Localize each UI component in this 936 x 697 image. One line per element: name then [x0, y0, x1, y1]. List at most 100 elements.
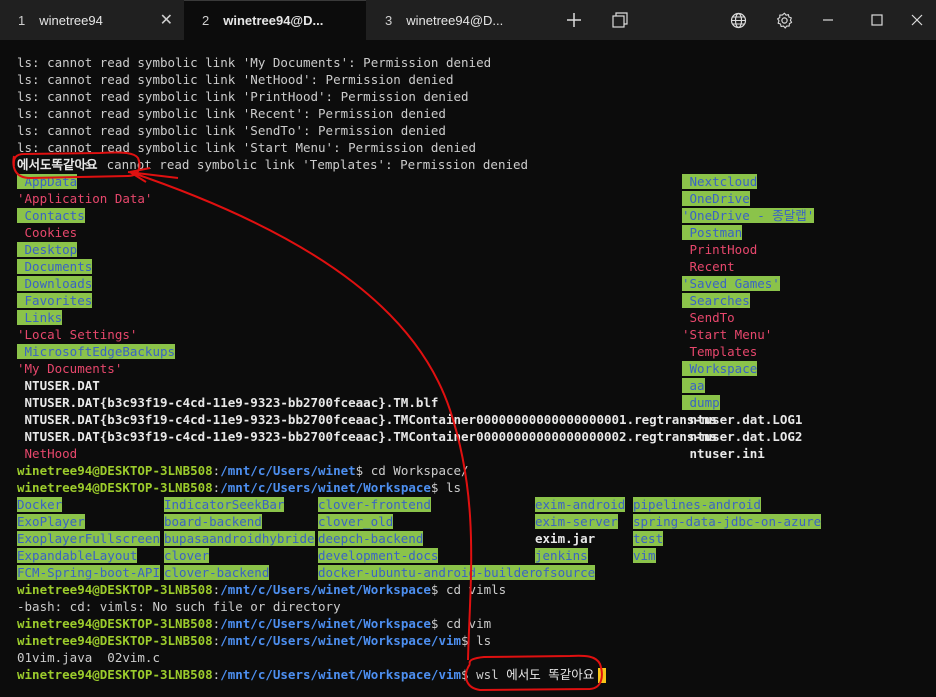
home-entry-text: NTUSER.DAT — [17, 378, 100, 393]
workspace-entry-text: jenkins — [535, 548, 588, 563]
prompt-line: winetree94@DESKTOP-3LNB508:/mnt/c/Users/… — [17, 582, 507, 597]
home-entry: 'OneDrive - 종달랩' — [682, 207, 815, 224]
home-entry-text: PrintHood — [682, 242, 758, 257]
workspace-entry-text: Docker — [17, 497, 63, 512]
prompt-path: /mnt/c/Users/winet/Workspace — [220, 616, 431, 631]
home-entry-text: Desktop — [17, 242, 78, 257]
maximize-icon[interactable] — [857, 0, 897, 40]
workspace-entry-text: exim.jar — [535, 531, 596, 546]
home-entry-text: 'Start Menu' — [682, 327, 773, 342]
workspace-entry-text: IndicatorSeekBar — [164, 497, 285, 512]
text-cursor — [598, 668, 607, 683]
workspace-entry-text: FCM-Spring-boot-API — [17, 565, 160, 580]
home-entry-text: Searches — [682, 293, 750, 308]
home-entry: 'Application Data' — [17, 190, 152, 207]
workspace-entry-text: ExoplayerFullscreen — [17, 531, 160, 546]
window-close-icon[interactable] — [897, 0, 936, 40]
workspace-entry-text: ExoPlayer — [17, 514, 85, 529]
workspace-entry: IndicatorSeekBar — [164, 496, 285, 513]
error-line: ls: cannot read symbolic link 'Start Men… — [17, 140, 477, 155]
home-entry: NTUSER.DAT — [17, 377, 100, 394]
home-entry-text: OneDrive — [682, 191, 750, 206]
command: $ cd vim — [430, 616, 492, 631]
workspace-entry-text: exim-android — [535, 497, 626, 512]
file-listing: 01vim.java 02vim.c — [17, 650, 160, 665]
home-entry: NetHood — [17, 445, 78, 462]
workspace-entry: vim — [633, 547, 656, 564]
plus-icon[interactable] — [554, 0, 594, 40]
workspace-entry: spring-data-jdbc-on-azure — [633, 513, 822, 530]
home-entry-text: 'Saved Games' — [682, 276, 780, 291]
minimize-icon[interactable] — [808, 0, 848, 40]
prompt-user: winetree94@DESKTOP-3LNB508 — [17, 616, 213, 631]
home-entry: SendTo — [682, 309, 735, 326]
home-entry-text: MicrosoftEdgeBackups — [17, 344, 176, 359]
tab-number: 2 — [202, 13, 210, 28]
workspace-entry: deepch-backend — [318, 530, 424, 547]
prompt-user: winetree94@DESKTOP-3LNB508 — [17, 667, 213, 682]
workspace-entry-text: clover-backend — [164, 565, 270, 580]
home-entry: Links — [17, 309, 63, 326]
duplicate-tab-icon[interactable] — [600, 0, 640, 40]
prompt-path: /mnt/c/Users/winet/Workspace/vim — [220, 633, 462, 648]
home-entry-text: AppData — [17, 174, 78, 189]
workspace-entry: jenkins — [535, 547, 588, 564]
home-entry-text: 'My Documents' — [17, 361, 123, 376]
workspace-entry: clover-backend — [164, 564, 270, 581]
error-line: 에서도똑같아요ls: cannot read symbolic link 'Te… — [17, 156, 528, 173]
home-entry: MicrosoftEdgeBackups — [17, 343, 176, 360]
workspace-entry: ExoPlayer — [17, 513, 85, 530]
home-entry: Recent — [682, 258, 735, 275]
home-entry: Searches — [682, 292, 750, 309]
prompt-path: /mnt/c/Users/winet/Workspace — [220, 582, 431, 597]
home-entry: dump — [682, 394, 720, 411]
home-entry: ntuser.dat.LOG2 — [682, 428, 803, 445]
close-icon[interactable]: ✕ — [160, 10, 173, 30]
tab-2[interactable]: 2 winetree94@D... — [184, 0, 366, 40]
error-line: ls: cannot read symbolic link 'Recent': … — [17, 106, 446, 121]
home-entry-text: NTUSER.DAT{b3c93f19-c4cd-11e9-9323-bb270… — [17, 395, 439, 410]
home-entry-text: Workspace — [682, 361, 758, 376]
workspace-entry-text: ofsource — [535, 565, 596, 580]
prompt-path: /mnt/c/Users/winet — [220, 463, 356, 478]
tab-3[interactable]: 3 winetree94@D... — [367, 0, 547, 40]
workspace-entry: docker-ubuntu-android-builder — [318, 564, 537, 581]
home-entry: NTUSER.DAT{b3c93f19-c4cd-11e9-9323-bb270… — [17, 411, 717, 428]
tab-number: 3 — [385, 12, 393, 28]
home-entry-text: SendTo — [682, 310, 735, 325]
home-entry: AppData — [17, 173, 78, 190]
home-entry-text: dump — [682, 395, 720, 410]
command: $ cd vimls — [430, 582, 507, 597]
globe-icon[interactable] — [718, 0, 758, 40]
tab-bar: 1 winetree94 ✕ 2 winetree94@D... 3 winet… — [0, 0, 936, 40]
home-entry: OneDrive — [682, 190, 750, 207]
prompt-line: winetree94@DESKTOP-3LNB508:/mnt/c/Users/… — [17, 616, 492, 631]
workspace-entry: exim-server — [535, 513, 618, 530]
home-entry: aa — [682, 377, 705, 394]
tab-1[interactable]: 1 winetree94 ✕ — [0, 0, 183, 40]
home-entry: 'Local Settings' — [17, 326, 137, 343]
home-entry: Nextcloud — [682, 173, 758, 190]
terminal-output[interactable]: ls: cannot read symbolic link 'My Docume… — [17, 54, 927, 694]
home-entry-text: Nextcloud — [682, 174, 758, 189]
home-entry-text: Contacts — [17, 208, 85, 223]
workspace-entry: ExpandableLayout — [17, 547, 138, 564]
workspace-entry: Docker — [17, 496, 63, 513]
home-entry: Contacts — [17, 207, 85, 224]
home-entry: Postman — [682, 224, 743, 241]
prompt-path: /mnt/c/Users/winet/Workspace/vim — [220, 667, 462, 682]
workspace-entry-text: deepch-backend — [318, 531, 424, 546]
prompt-user: winetree94@DESKTOP-3LNB508 — [17, 633, 213, 648]
home-entry-text: 'OneDrive - 종달랩' — [682, 208, 815, 223]
home-entry: ntuser.ini — [682, 445, 765, 462]
workspace-entry: bupasaandroidhybride — [164, 530, 315, 547]
home-entry: 'Start Menu' — [682, 326, 772, 343]
prompt-user: winetree94@DESKTOP-3LNB508 — [17, 582, 213, 597]
home-entry-text: 'Application Data' — [17, 191, 153, 206]
prompt-line: winetree94@DESKTOP-3LNB508:/mnt/c/Users/… — [17, 633, 492, 648]
home-entry: ntuser.dat.LOG1 — [682, 411, 803, 428]
workspace-entry: test — [633, 530, 664, 547]
workspace-entry: ExoplayerFullscreen — [17, 530, 160, 547]
gear-icon[interactable] — [764, 0, 804, 40]
command-input[interactable]: 에서도 똑같아요 — [506, 667, 594, 682]
